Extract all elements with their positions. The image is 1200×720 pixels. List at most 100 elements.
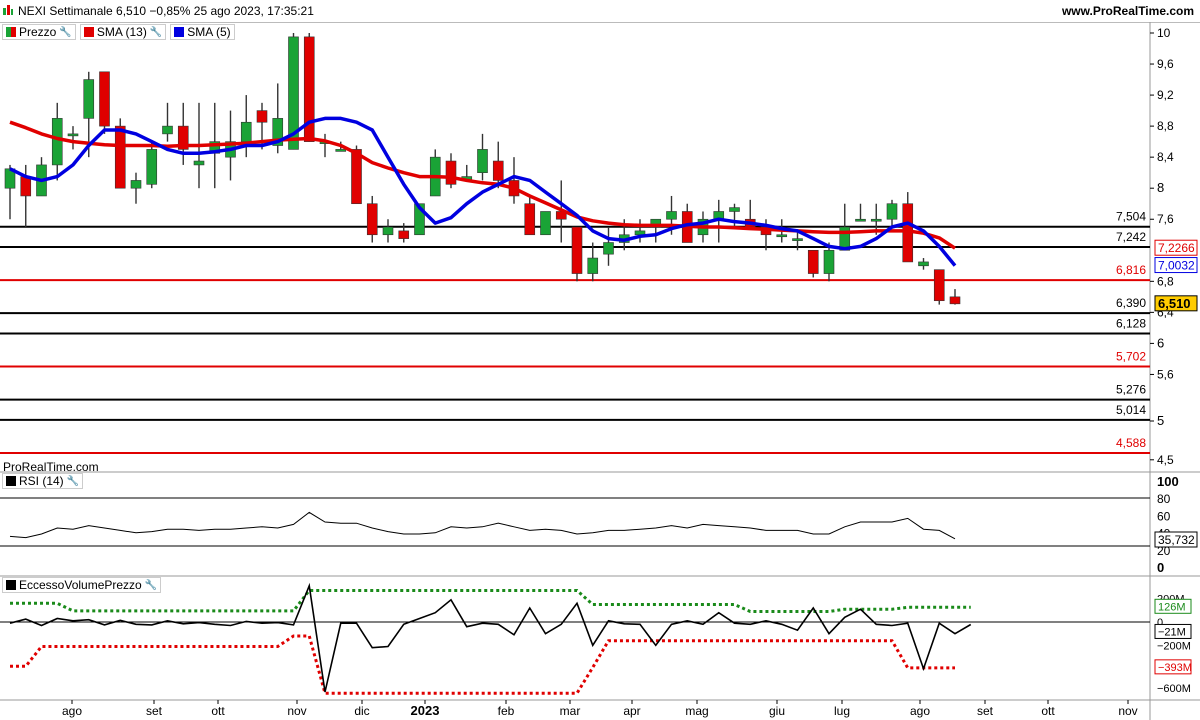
level-label: 7,504 [1116,210,1146,224]
rsi-axis-label: 100 [1157,474,1179,489]
rsi-axis-label: 80 [1157,492,1171,506]
candle-body [776,234,788,238]
legend-vol[interactable]: EccessoVolumePrezzo 🔧 [2,577,162,593]
candle-body [146,149,158,185]
chart-canvas[interactable]: 109,69,28,88,487,66,86,465,654,57,5047,2… [0,0,1200,720]
price-axis-label: 5,6 [1157,367,1174,381]
rsi-tag: 35,732 [1154,531,1198,548]
price-axis-label: 8,8 [1157,119,1174,133]
candle-body [240,121,252,142]
x-axis-label: apr [623,704,640,718]
candle-body [823,249,835,274]
candle-body [114,125,126,189]
vol-tag-text: −393M [1158,662,1192,674]
candle-body [162,125,173,135]
watermark: ProRealTime.com [3,460,99,474]
x-axis-label: ago [62,704,82,718]
rsi-line [9,511,956,540]
price-axis-label: 5 [1157,413,1164,428]
candle-body [445,160,457,185]
rsi-axis-label: 0 [1157,560,1164,575]
vol-excess-line [9,582,972,693]
vol-tag-text: 126M [1158,601,1186,613]
x-axis-label: set [977,704,994,718]
level-label: 6,128 [1116,316,1146,330]
wrench-icon[interactable]: 🔧 [67,476,79,487]
price-tag-text: 7,2266 [1158,241,1195,255]
level-label: 7,242 [1116,230,1146,244]
level-label: 5,702 [1116,350,1146,364]
x-axis-label: nov [1118,704,1137,718]
x-axis-label: set [146,704,163,718]
wrench-icon[interactable]: 🔧 [145,580,157,591]
legend-rsi[interactable]: RSI (14) 🔧 [2,473,84,489]
x-axis-label: mag [685,704,708,718]
price-tag: 7,0032 [1154,257,1198,274]
candle-body [540,211,551,236]
price-axis-label: 9,2 [1157,88,1174,102]
x-axis-label: giu [769,704,785,718]
candle-body [949,296,961,305]
price-axis-label: 8 [1157,180,1164,195]
legend-swatch-vol [6,580,16,590]
candle-body [792,238,803,241]
vol-tag-text: −21M [1158,626,1186,638]
level-label: 5,014 [1116,403,1146,417]
candle-body [193,160,205,166]
price-axis-label: 9,6 [1157,57,1174,71]
candle-body [99,71,110,127]
legend-label-vol: EccessoVolumePrezzo [19,578,142,592]
candle-body [20,176,32,197]
level-label: 4,588 [1116,436,1146,450]
price-axis-label: 4,5 [1157,453,1174,467]
vol-upper-band [10,589,971,613]
x-axis-label: dic [354,704,369,718]
candle-body [918,261,929,267]
price-axis-label: 7,6 [1157,212,1174,226]
vol-lower-band [10,634,955,695]
vol-legend: EccessoVolumePrezzo 🔧 [2,577,162,593]
x-axis-label: ott [1041,704,1055,718]
level-label: 6,816 [1116,263,1146,277]
level-label: 5,276 [1116,383,1146,397]
rsi-tag-text: 35,732 [1158,533,1195,547]
candle-body [870,218,882,222]
x-axis-label: lug [834,704,850,718]
x-axis-label: feb [498,704,515,718]
rsi-legend: RSI (14) 🔧 [2,473,84,489]
price-tag: 7,2266 [1154,239,1198,256]
price-axis-label: 6,8 [1157,274,1174,288]
level-label: 6,390 [1116,296,1146,310]
candle-body [51,118,63,166]
x-axis-label: mar [560,704,581,718]
candle-body [933,269,945,302]
price-tag: 6,510 [1154,295,1198,312]
vol-tag: −393M [1154,659,1192,675]
candle-body [477,149,488,173]
price-axis-label: 10 [1157,26,1171,40]
candle-body [366,203,378,236]
candle-body [729,207,740,212]
candle-body [67,133,79,137]
candle-body [524,203,536,236]
rsi-axis-label: 60 [1157,509,1171,523]
candle-body [351,149,362,205]
candle-body [666,211,677,220]
vol-axis-label: −600M [1157,683,1191,695]
candle-body [587,257,599,274]
candle-body [571,226,583,274]
vol-tag: −21M [1154,623,1192,639]
vol-axis-label: −200M [1157,640,1191,652]
candle-body [256,110,268,123]
legend-swatch-rsi [6,476,16,486]
candle-body [492,160,504,181]
candle-body [634,230,646,236]
x-axis-label: nov [287,704,306,718]
candle-body [335,149,347,152]
candle-body [83,79,95,119]
legend-label-rsi: RSI (14) [19,474,64,488]
candle-body [603,242,614,255]
x-axis-label: ott [211,704,225,718]
candle-body [855,218,866,222]
candle-body [130,180,142,189]
